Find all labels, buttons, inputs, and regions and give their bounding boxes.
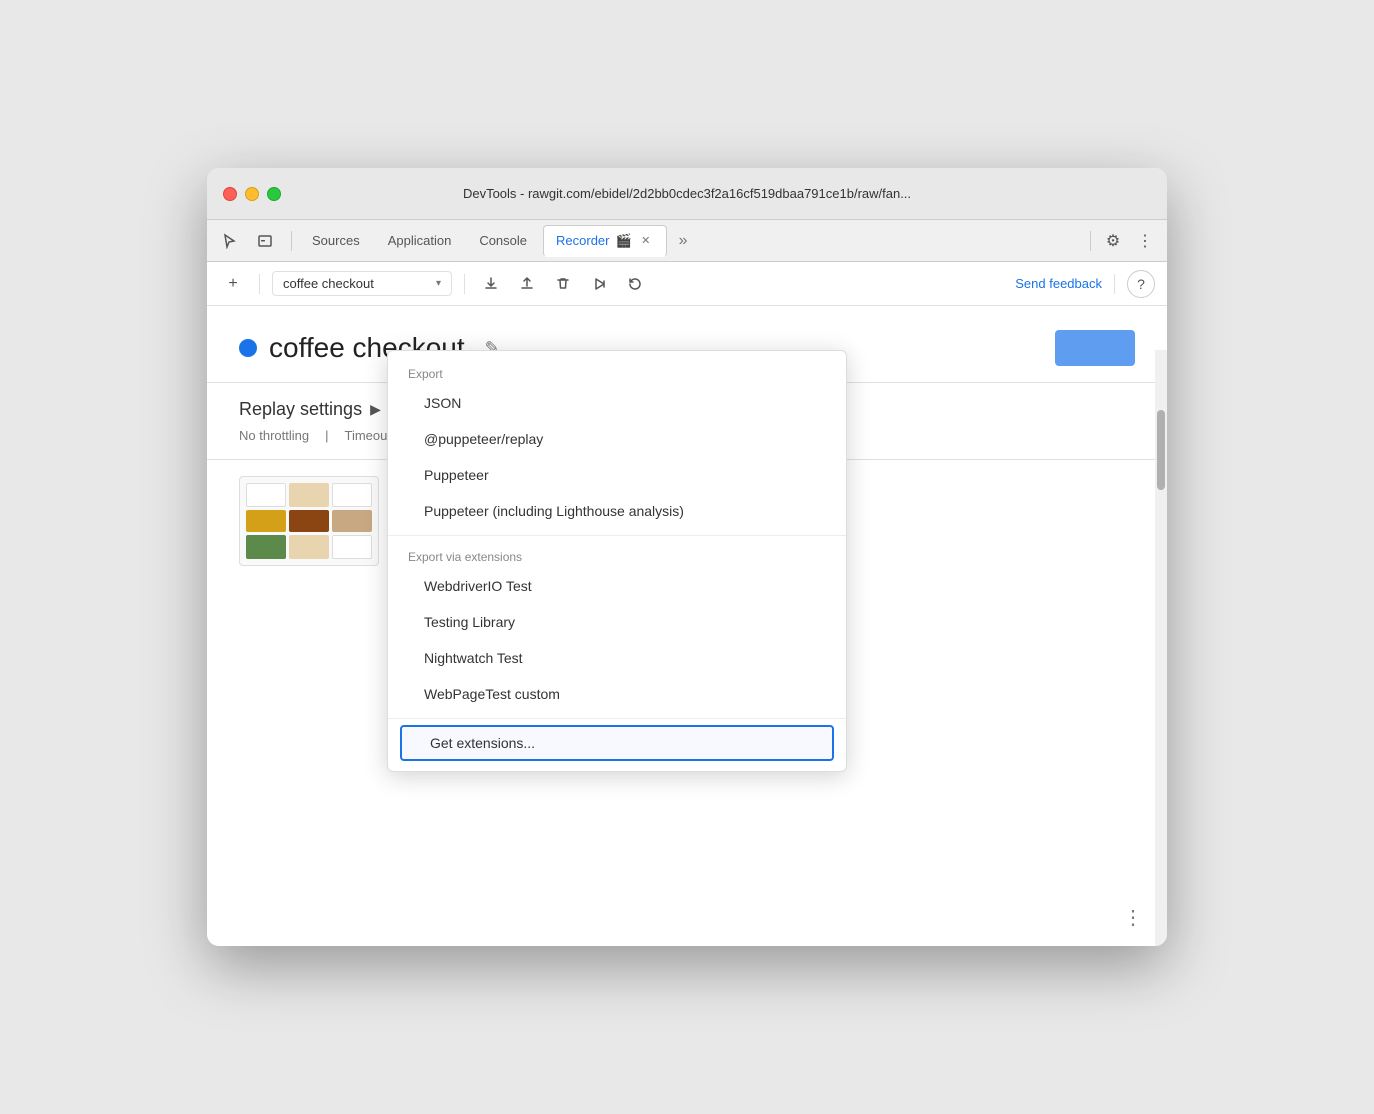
tab-divider-2 (1090, 231, 1091, 251)
throttling-label: No throttling (239, 428, 309, 443)
toolbar-divider-2 (464, 274, 465, 294)
window-title: DevTools - rawgit.com/ebidel/2d2bb0cdec3… (463, 186, 911, 201)
start-recording-button[interactable] (1055, 330, 1135, 366)
delete-button[interactable] (549, 270, 577, 298)
maximize-button[interactable] (267, 187, 281, 201)
thumb-cell-1 (246, 483, 286, 507)
thumb-cell-4 (246, 510, 286, 532)
main-content: coffee checkout ✎ Replay settings ▶ No t… (207, 306, 1167, 946)
replay-button[interactable] (621, 270, 649, 298)
thumb-cell-8 (289, 535, 329, 559)
toolbar: + coffee checkout ▾ (207, 262, 1167, 306)
thumb-cell-5 (289, 510, 329, 532)
cursor-icon[interactable] (215, 227, 243, 255)
replay-settings-title: Replay settings (239, 399, 362, 420)
export-testing-library-item[interactable]: Testing Library (388, 604, 846, 640)
tab-close-button[interactable]: ✕ (638, 233, 654, 249)
export-puppeteer-item[interactable]: Puppeteer (388, 457, 846, 493)
extensions-section-label: Export via extensions (388, 542, 846, 568)
replay-settings-arrow: ▶ (370, 401, 381, 418)
help-button[interactable]: ? (1127, 270, 1155, 298)
toolbar-divider-1 (259, 274, 260, 294)
tab-recorder[interactable]: Recorder 🎬 ✕ (543, 225, 667, 257)
more-menu-button[interactable]: ⋮ (1131, 227, 1159, 255)
traffic-lights (223, 187, 281, 201)
toolbar-divider-3 (1114, 274, 1115, 294)
export-dropdown: Export JSON @puppeteer/replay Puppeteer … (387, 350, 847, 772)
chevron-down-icon: ▾ (436, 278, 441, 289)
close-button[interactable] (223, 187, 237, 201)
thumb-cell-6 (332, 510, 372, 532)
scrollbar[interactable] (1155, 350, 1167, 946)
play-button[interactable] (585, 270, 613, 298)
dropdown-divider (388, 535, 846, 536)
dropdown-divider-2 (388, 718, 846, 719)
export-section-label: Export (388, 359, 846, 385)
thumb-cell-2 (289, 483, 329, 507)
add-recording-button[interactable]: + (219, 270, 247, 298)
devtools-window: DevTools - rawgit.com/ebidel/2d2bb0cdec3… (207, 168, 1167, 946)
send-feedback-link[interactable]: Send feedback (1015, 276, 1102, 291)
recording-status-dot (239, 339, 257, 357)
tab-bar: Sources Application Console Recorder 🎬 ✕… (207, 220, 1167, 262)
recording-selector[interactable]: coffee checkout ▾ (272, 271, 452, 296)
settings-button[interactable]: ⚙ (1099, 227, 1127, 255)
scrollbar-thumb[interactable] (1157, 410, 1165, 490)
minimize-button[interactable] (245, 187, 259, 201)
export-puppeteer-replay-item[interactable]: @puppeteer/replay (388, 421, 846, 457)
thumb-cell-7 (246, 535, 286, 559)
export-button[interactable] (477, 270, 505, 298)
export-webdriverio-item[interactable]: WebdriverIO Test (388, 568, 846, 604)
export-webpagetest-item[interactable]: WebPageTest custom (388, 676, 846, 712)
thumb-cell-3 (332, 483, 372, 507)
recorder-icon: 🎬 (615, 233, 631, 249)
import-button[interactable] (513, 270, 541, 298)
tab-divider-1 (291, 231, 292, 251)
bottom-menu-dots[interactable]: ⋮ (1123, 905, 1143, 930)
tab-console[interactable]: Console (467, 225, 539, 257)
tab-application[interactable]: Application (376, 225, 464, 257)
devtools-icon[interactable] (251, 227, 279, 255)
export-json-item[interactable]: JSON (388, 385, 846, 421)
selected-recording-name: coffee checkout (283, 276, 430, 291)
step-thumbnail (239, 476, 379, 566)
export-puppeteer-lighthouse-item[interactable]: Puppeteer (including Lighthouse analysis… (388, 493, 846, 529)
get-extensions-item[interactable]: Get extensions... (400, 725, 834, 761)
title-bar: DevTools - rawgit.com/ebidel/2d2bb0cdec3… (207, 168, 1167, 220)
export-nightwatch-item[interactable]: Nightwatch Test (388, 640, 846, 676)
tab-sources[interactable]: Sources (300, 225, 372, 257)
thumb-cell-9 (332, 535, 372, 559)
more-tabs-button[interactable]: » (671, 232, 696, 250)
